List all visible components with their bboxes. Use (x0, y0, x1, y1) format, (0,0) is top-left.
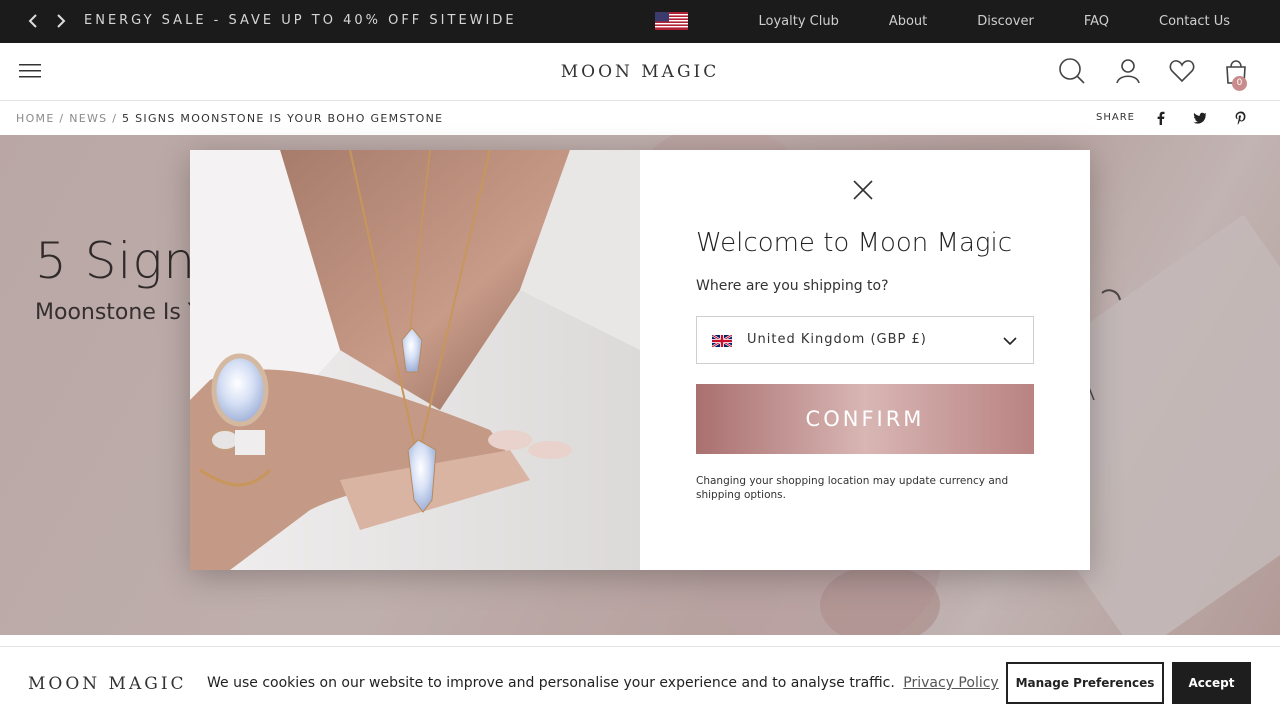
shipping-question: Where are you shipping to? (696, 278, 889, 294)
share-label: SHARE (1096, 112, 1135, 123)
uk-flag-icon (712, 335, 732, 347)
facebook-icon[interactable] (1154, 111, 1168, 125)
search-icon[interactable] (1058, 57, 1086, 85)
breadcrumb-bar: HOME / NEWS / 5 SIGNS MOONSTONE IS YOUR … (0, 101, 1280, 135)
nav-link-loyalty-club[interactable]: Loyalty Club (758, 14, 838, 29)
shipping-note: Changing your shopping location may upda… (696, 475, 1009, 501)
breadcrumb-home[interactable]: HOME (16, 112, 55, 125)
promo-text[interactable]: ENERGY SALE - SAVE UP TO 40% OFF SITEWID… (84, 13, 517, 28)
manage-preferences-button[interactable]: Manage Preferences (1006, 662, 1164, 704)
nav-link-about[interactable]: About (889, 14, 927, 29)
nav-link-discover[interactable]: Discover (977, 14, 1034, 29)
selected-country: United Kingdom (GBP £) (747, 332, 927, 347)
breadcrumb: HOME / NEWS / 5 SIGNS MOONSTONE IS YOUR … (16, 112, 443, 125)
breadcrumb-separator: / (59, 112, 65, 125)
breadcrumb-news[interactable]: NEWS (69, 112, 107, 125)
site-logo[interactable]: MOON MAGIC (0, 62, 1280, 82)
chevron-left-icon[interactable] (25, 12, 43, 30)
nav-link-contact-us[interactable]: Contact Us (1159, 14, 1230, 29)
cookie-message: We use cookies on our website to improve… (207, 675, 999, 691)
nav-link-faq[interactable]: FAQ (1084, 14, 1109, 29)
privacy-policy-link[interactable]: Privacy Policy (903, 675, 998, 691)
country-select[interactable]: United Kingdom (GBP £) (696, 316, 1034, 364)
twitter-icon[interactable] (1193, 111, 1207, 125)
cookie-logo: MOON MAGIC (28, 674, 187, 694)
site-header: MOON MAGIC (0, 43, 1280, 101)
promo-bar: ENERGY SALE - SAVE UP TO 40% OFF SITEWID… (0, 0, 1280, 43)
confirm-button[interactable]: CONFIRM (696, 384, 1034, 454)
chevron-right-icon[interactable] (51, 12, 69, 30)
close-icon[interactable] (852, 179, 874, 201)
wishlist-heart-icon[interactable] (1168, 57, 1196, 85)
breadcrumb-separator: / (112, 112, 118, 125)
cart-count-badge: 0 (1232, 76, 1247, 91)
modal-title: Welcome to Moon Magic (696, 228, 1013, 258)
account-icon[interactable] (1114, 57, 1142, 85)
jewelry-photo (190, 150, 640, 570)
us-flag-icon[interactable] (655, 12, 688, 30)
chevron-down-icon (1003, 337, 1017, 346)
cookie-text: We use cookies on our website to improve… (207, 675, 895, 691)
accept-cookies-button[interactable]: Accept (1172, 662, 1251, 704)
pinterest-icon[interactable] (1234, 111, 1248, 125)
breadcrumb-current: 5 SIGNS MOONSTONE IS YOUR BOHO GEMSTONE (122, 112, 444, 125)
